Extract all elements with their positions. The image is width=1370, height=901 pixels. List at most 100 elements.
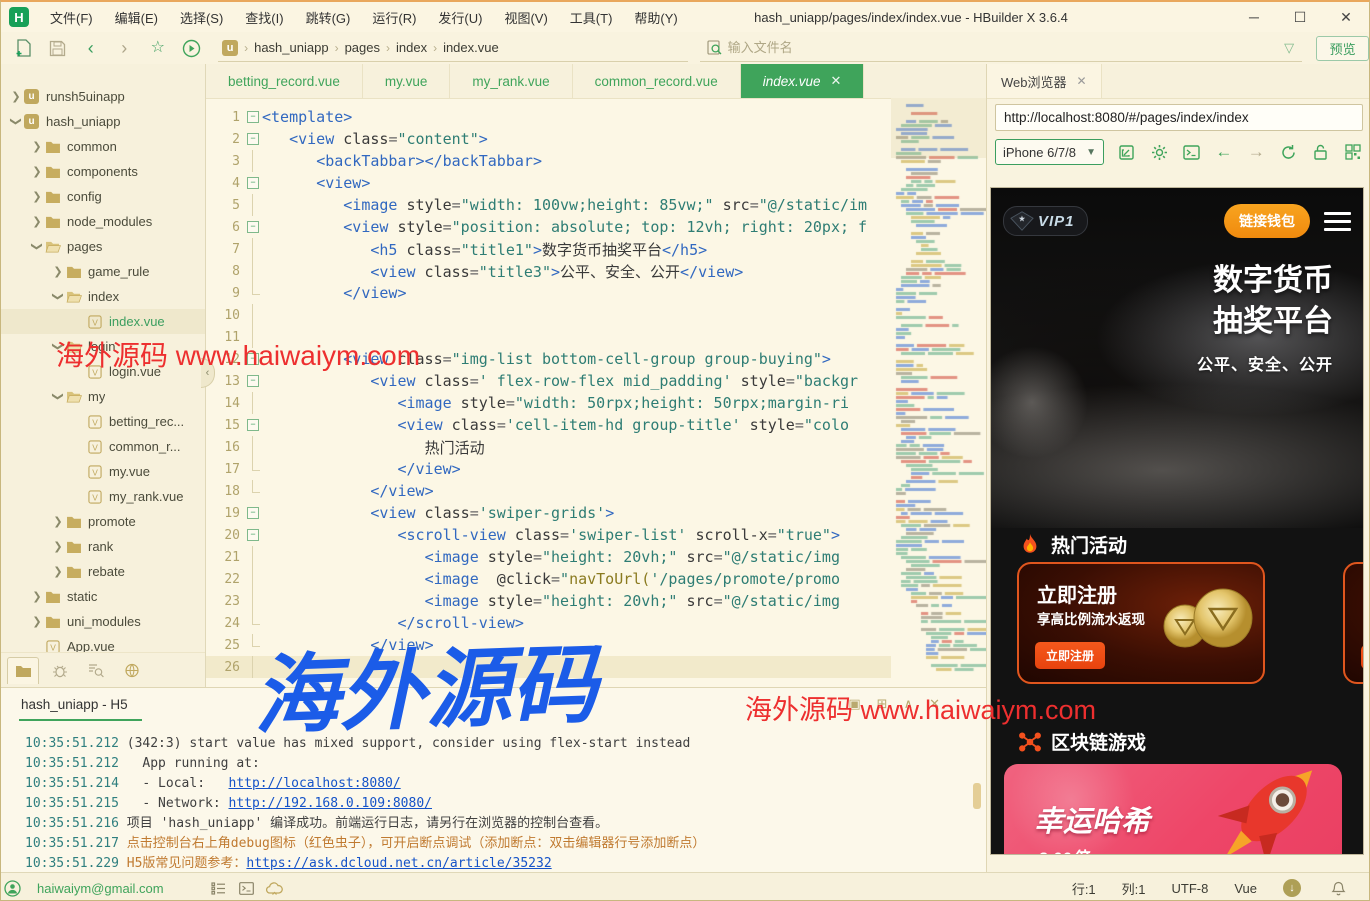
account-email[interactable]: haiwaiym@gmail.com [37, 881, 164, 896]
partial-card-button[interactable] [1361, 645, 1364, 669]
chevron-closed-icon[interactable]: ❯ [51, 540, 65, 553]
settings-gear-icon[interactable] [1149, 142, 1168, 162]
menu-item-9[interactable]: 帮助(Y) [623, 4, 688, 31]
line-number[interactable]: 5 [206, 198, 245, 213]
menu-item-5[interactable]: 运行(R) [361, 4, 427, 31]
breadcrumb[interactable]: u › hash_uniapp › pages › index › index.… [218, 35, 688, 62]
chevron-closed-icon[interactable]: ❯ [9, 90, 23, 103]
outline-list-icon[interactable] [208, 882, 230, 895]
chevron-open-icon[interactable]: ❯ [52, 390, 65, 404]
line-number[interactable]: 8 [206, 264, 245, 279]
line-number[interactable]: 24 [206, 616, 245, 631]
minimize-icon[interactable]: ─ [1245, 9, 1263, 25]
back-icon[interactable]: ‹ [80, 37, 102, 59]
breadcrumb-file[interactable]: index.vue [443, 40, 499, 55]
console-add-icon[interactable]: ⊞ [877, 696, 888, 712]
line-number[interactable]: 11 [206, 330, 245, 345]
tree-item-hash_uniapp[interactable]: ❯uhash_uniapp [1, 109, 205, 134]
chevron-closed-icon[interactable]: ❯ [51, 265, 65, 278]
line-number[interactable]: 3 [206, 154, 245, 169]
chevron-closed-icon[interactable]: ❯ [30, 140, 44, 153]
cloud-view-icon[interactable] [117, 657, 147, 683]
menu-item-6[interactable]: 发行(U) [427, 4, 493, 31]
line-number[interactable]: 1 [206, 110, 245, 125]
tree-item-betting_rec...[interactable]: Vbetting_rec... [1, 409, 205, 434]
chevron-closed-icon[interactable]: ❯ [30, 190, 44, 203]
tree-item-index.vue[interactable]: Vindex.vue [1, 309, 205, 334]
account-icon[interactable] [1, 880, 23, 897]
console-collapse-icon[interactable]: ∧ [904, 696, 914, 712]
line-number[interactable]: 2 [206, 132, 245, 147]
register-now-button[interactable]: 立即注册 [1035, 642, 1105, 669]
chevron-open-icon[interactable]: ❯ [52, 340, 65, 354]
hamburger-menu-icon[interactable] [1324, 212, 1351, 231]
log-link[interactable]: http://192.168.0.109:8080/ [229, 796, 433, 811]
partial-promo-card[interactable]: 加 享 [1343, 562, 1364, 684]
filter-icon[interactable]: ▽ [1284, 40, 1294, 56]
editor-tab-my.vue[interactable]: my.vue [363, 64, 451, 98]
menu-item-4[interactable]: 跳转(G) [295, 4, 362, 31]
search-input[interactable] [726, 39, 1284, 56]
notification-bell-icon[interactable] [1327, 881, 1349, 896]
tree-item-my.vue[interactable]: Vmy.vue [1, 459, 205, 484]
save-icon[interactable] [47, 37, 69, 59]
close-icon[interactable]: ✕ [1337, 9, 1355, 26]
line-number[interactable]: 18 [206, 484, 245, 499]
cursor-col[interactable]: 列:1 [1122, 879, 1146, 898]
code-area[interactable]: 1−<template>2− <view class="content">3 <… [206, 98, 891, 687]
chevron-closed-icon[interactable]: ❯ [30, 590, 44, 603]
device-select[interactable]: iPhone 6/7/8▼ [995, 139, 1104, 165]
tree-item-game_rule[interactable]: ❯game_rule [1, 259, 205, 284]
web-browser-tab[interactable]: Web浏览器 ✕ [987, 64, 1102, 98]
chevron-closed-icon[interactable]: ❯ [30, 615, 44, 628]
encoding[interactable]: UTF-8 [1172, 881, 1209, 896]
close-tab-icon[interactable]: ✕ [831, 73, 842, 89]
line-number[interactable]: 20 [206, 528, 245, 543]
breadcrumb-subfolder[interactable]: index [396, 40, 427, 55]
line-number[interactable]: 14 [206, 396, 245, 411]
tree-item-pages[interactable]: ❯pages [1, 234, 205, 259]
line-number[interactable]: 21 [206, 550, 245, 565]
fold-marker-icon[interactable]: − [245, 106, 262, 128]
chevron-open-icon[interactable]: ❯ [10, 115, 23, 129]
tree-item-login[interactable]: ❯login [1, 334, 205, 359]
tree-item-static[interactable]: ❯static [1, 584, 205, 609]
lock-icon[interactable] [1311, 142, 1330, 162]
cursor-line[interactable]: 行:1 [1072, 879, 1096, 898]
menu-item-2[interactable]: 选择(S) [169, 4, 234, 31]
tree-item-my_rank.vue[interactable]: Vmy_rank.vue [1, 484, 205, 509]
editor-tab-index.vue[interactable]: index.vue✕ [741, 64, 865, 98]
fold-marker-icon[interactable]: − [245, 348, 262, 370]
line-number[interactable]: 4 [206, 176, 245, 191]
chevron-open-icon[interactable]: ❯ [31, 240, 44, 254]
line-number[interactable]: 23 [206, 594, 245, 609]
fold-marker-icon[interactable]: − [245, 216, 262, 238]
files-view-icon[interactable] [7, 657, 39, 684]
fold-marker-icon[interactable]: − [245, 128, 262, 150]
breadcrumb-folder[interactable]: pages [345, 40, 380, 55]
console-clear-icon[interactable]: ▣ [848, 696, 860, 712]
line-number[interactable]: 15 [206, 418, 245, 433]
line-number[interactable]: 9 [206, 286, 245, 301]
tree-item-rank[interactable]: ❯rank [1, 534, 205, 559]
qr-code-icon[interactable] [1344, 142, 1363, 162]
chevron-closed-icon[interactable]: ❯ [30, 215, 44, 228]
fold-marker-icon[interactable]: − [245, 172, 262, 194]
line-number[interactable]: 16 [206, 440, 245, 455]
menu-item-7[interactable]: 视图(V) [493, 4, 558, 31]
tree-item-common_r...[interactable]: Vcommon_r... [1, 434, 205, 459]
new-file-icon[interactable] [13, 37, 35, 59]
line-number[interactable]: 10 [206, 308, 245, 323]
line-number[interactable]: 6 [206, 220, 245, 235]
fold-marker-icon[interactable]: − [245, 414, 262, 436]
tree-item-my[interactable]: ❯my [1, 384, 205, 409]
tree-item-index[interactable]: ❯index [1, 284, 205, 309]
register-promo-card[interactable]: 立即注册 享高比例流水返现 立即注册 [1017, 562, 1265, 684]
link-wallet-button[interactable]: 链接钱包 [1224, 204, 1310, 238]
maximize-icon[interactable]: ☐ [1291, 9, 1309, 26]
editor-tab-common_record.vue[interactable]: common_record.vue [573, 64, 741, 98]
menu-item-8[interactable]: 工具(T) [559, 4, 624, 31]
line-number[interactable]: 26 [206, 660, 245, 675]
menu-item-3[interactable]: 查找(I) [234, 4, 294, 31]
nav-back-icon[interactable]: ← [1214, 142, 1233, 162]
